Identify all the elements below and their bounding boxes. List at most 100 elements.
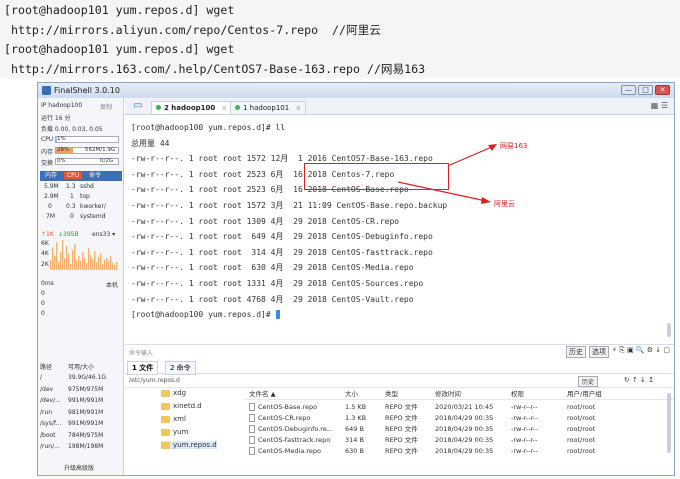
file-cell: CentOS-CR.repo xyxy=(249,413,310,424)
file-cell: 2018/04/29 00:35 xyxy=(435,436,494,444)
tree-folder[interactable]: yum.repos.d xyxy=(161,441,217,449)
command-line: http://mirrors.aliyun.com/repo/Centos-7.… xyxy=(4,22,381,37)
file-cell: -rw-r--r-- xyxy=(511,425,538,433)
disk-path: /run xyxy=(40,408,53,416)
tree-folder[interactable]: xdg xyxy=(161,389,186,397)
file-toolbar-icons[interactable]: ↻ ↑ ↓ ↥ xyxy=(624,376,654,384)
disk-size: 991M/991M xyxy=(68,397,104,404)
file-cell: root/root xyxy=(567,425,596,433)
command-input-bar[interactable]: 命令输入 历史 选项 ⚡ ⎘ ▣ 🔍 ⚙ ↓ ▢ xyxy=(125,344,674,358)
column-header[interactable]: 权限 xyxy=(511,389,524,400)
disk-size: 981M/991M xyxy=(68,408,104,416)
command-line: [root@hadoop101 yum.repos.d] wget xyxy=(4,42,235,56)
file-cell: CentOS-Media.repo xyxy=(249,446,321,457)
file-cell: 314 B xyxy=(345,436,364,444)
file-cell: 2018/04/29 00:35 xyxy=(435,414,494,422)
file-cell: CentOS-Base.repo xyxy=(249,402,317,413)
file-row[interactable]: CentOS-CR.repo 1.3 KB REPO 文件 2018/04/29 00… xyxy=(245,413,674,424)
upgrade-link[interactable]: 升级高级版 xyxy=(64,463,94,472)
file-table[interactable]: 文件名 ▲ 大小 类型 修改时间 权限 用户/用户组 CentOS-Base.repo 1.5… xyxy=(245,389,674,475)
tree-folder[interactable]: yum xyxy=(161,428,188,436)
file-cell: root/root xyxy=(567,436,596,444)
file-cell: 2018/04/29 00:35 xyxy=(435,447,494,455)
history-button[interactable]: 历史 xyxy=(566,346,587,358)
disk-header-path: 路径 xyxy=(40,364,53,371)
file-cell: 1.3 KB xyxy=(345,414,367,422)
file-cell: 2020/03/21 10:45 xyxy=(435,403,494,411)
folder-icon xyxy=(161,415,170,423)
file-row[interactable]: CentOS-fasttrack.repo 314 B REPO 文件 2018/04… xyxy=(245,435,674,446)
file-cell: REPO 文件 xyxy=(385,436,418,444)
disk-header-size: 可用/大小 xyxy=(68,364,95,371)
file-row[interactable]: CentOS-Media.repo 630 B REPO 文件 2018/04/29 … xyxy=(245,446,674,457)
disk-size: 975M/975M xyxy=(68,385,104,393)
folder-icon xyxy=(161,389,170,397)
path-history-button[interactable]: 历史 xyxy=(577,376,598,387)
tree-folder[interactable]: xml xyxy=(161,415,186,423)
folder-icon xyxy=(161,428,170,436)
file-scrollbar[interactable] xyxy=(667,393,671,453)
file-cell: -rw-r--r-- xyxy=(511,403,538,411)
column-header[interactable]: 修改时间 xyxy=(435,389,461,400)
column-header[interactable]: 类型 xyxy=(385,389,398,400)
command-input[interactable]: 命令输入 xyxy=(129,350,153,357)
file-name: CentOS-Media.repo xyxy=(258,447,322,455)
file-cell: REPO 文件 xyxy=(385,447,418,455)
file-cell: REPO 文件 xyxy=(385,403,418,411)
finalshell-window: FinalShell 3.0.10 — □ ✕ IP hadoop100 复制 … xyxy=(37,82,675,476)
folder-icon xyxy=(161,441,170,449)
disk-path: /dev xyxy=(40,385,54,393)
file-row[interactable]: CentOS-Base.repo 1.5 KB REPO 文件 2020/03/21 … xyxy=(245,402,674,413)
wget-command-snippet: [root@hadoop101 yum.repos.d] wget http:/… xyxy=(0,0,680,78)
file-icon xyxy=(249,447,255,455)
disk-panel: 路径 可用/大小 / 39.9G/46.1G/dev 975M/975M/dev/.… xyxy=(38,360,124,475)
file-icon xyxy=(249,414,255,422)
file-icon xyxy=(249,425,255,433)
file-icon xyxy=(249,436,255,444)
disk-size: 198M/198M xyxy=(68,443,104,450)
file-cell: 649 B xyxy=(345,425,364,433)
file-cell: -rw-r--r-- xyxy=(511,414,538,422)
tree-folder-label: xinetd.d xyxy=(173,402,202,410)
toolbar-icons[interactable]: ⚡ ⎘ ▣ 🔍 ⚙ ↓ ▢ xyxy=(612,346,670,358)
file-cell: -rw-r--r-- xyxy=(511,447,538,455)
file-cell: 2018/04/29 00:35 xyxy=(435,425,494,433)
file-cell: 1.5 KB xyxy=(345,403,367,411)
file-cell: REPO 文件 xyxy=(385,414,418,422)
disk-path: /dev/... xyxy=(40,397,61,404)
file-cell: CentOS-fasttrack.repo xyxy=(249,435,330,446)
file-cell: -rw-r--r-- xyxy=(511,436,538,444)
path-bar: /etc/yum.repos.d 历史 ↻ ↑ ↓ ↥ xyxy=(125,376,674,388)
disk-size: 784M/975M xyxy=(68,431,104,439)
command-line: http://mirrors.163.com/.help/CentOS7-Bas… xyxy=(4,61,426,76)
tree-folder-label: xdg xyxy=(173,389,187,397)
tree-folder-label: xml xyxy=(173,415,186,423)
disk-path: /boot xyxy=(40,431,56,439)
file-cell: root/root xyxy=(567,447,596,455)
tab-files[interactable]: 1 文件 xyxy=(127,361,159,375)
tab-commands[interactable]: 2 命令 xyxy=(165,361,196,375)
file-cell: CentOS-Debuginfo.re... xyxy=(249,424,333,435)
disk-size: 39.9G/46.1G xyxy=(68,374,107,381)
disk-path: / xyxy=(40,374,43,381)
disk-path: /run/... xyxy=(40,443,60,450)
file-name: CentOS-CR.repo xyxy=(258,414,311,422)
column-header[interactable]: 文件名 ▲ xyxy=(249,389,276,400)
folder-icon xyxy=(161,402,170,410)
file-cell: REPO 文件 xyxy=(385,425,418,433)
command-line: [root@hadoop101 yum.repos.d] wget xyxy=(4,3,235,17)
directory-tree[interactable]: xdg xinetd.d xml yum yum.repos.d xyxy=(125,389,245,475)
tree-folder[interactable]: xinetd.d xyxy=(161,402,202,410)
file-cell: root/root xyxy=(567,403,596,411)
options-button[interactable]: 选项 xyxy=(589,346,610,358)
column-header[interactable]: 用户/用户组 xyxy=(567,389,602,400)
tree-folder-label: yum.repos.d xyxy=(173,441,217,449)
file-row[interactable]: CentOS-Debuginfo.re... 649 B REPO 文件 2018/0… xyxy=(245,424,674,435)
terminal-scrollbar[interactable] xyxy=(667,323,671,337)
file-cell: 630 B xyxy=(345,447,364,455)
tree-folder-label: yum xyxy=(173,428,189,436)
column-header[interactable]: 大小 xyxy=(345,389,358,400)
file-name: CentOS-Debuginfo.re... xyxy=(258,425,334,433)
path-input[interactable]: /etc/yum.repos.d xyxy=(129,377,180,384)
disk-size: 991M/991M xyxy=(68,420,104,427)
